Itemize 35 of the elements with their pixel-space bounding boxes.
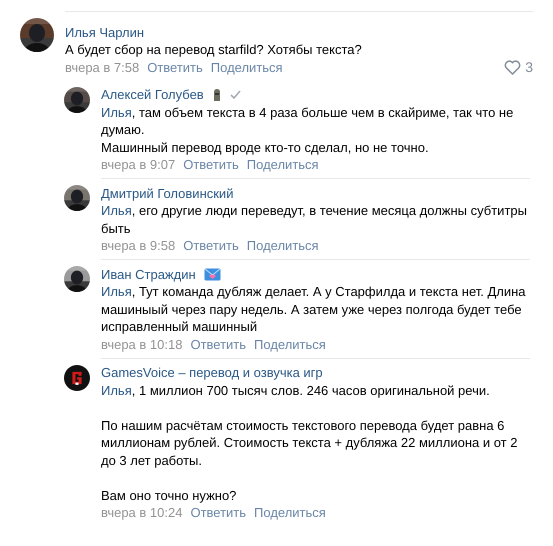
check-icon <box>230 90 241 99</box>
reply-link[interactable]: Ответить <box>183 157 239 172</box>
share-link[interactable]: Поделиться <box>246 238 319 253</box>
timestamp[interactable]: вчера в 9:07 <box>101 157 176 172</box>
share-link[interactable]: Поделиться <box>246 157 319 172</box>
author-name[interactable]: Иван Страждин <box>101 266 196 282</box>
mention-link[interactable]: Илья <box>101 203 132 218</box>
timestamp[interactable]: вчера в 9:58 <box>101 238 176 253</box>
timestamp[interactable]: вчера в 10:18 <box>101 336 182 352</box>
comment-text: А будет сбор на перевод starfild? Хотябы текста? <box>65 41 363 58</box>
reply-link[interactable]: Ответить <box>190 336 246 352</box>
envelope-icon <box>204 268 221 280</box>
author-name[interactable]: Алексей Голубев <box>101 87 204 102</box>
comment-text: Илья, там объем текста в 4 раза больше чем в скайриме, так что не думаю. Машинный перевод вроде кто-то сделал, но не точно. <box>101 104 514 156</box>
timestamp[interactable]: вчера в 7:58 <box>65 60 140 74</box>
reply-link[interactable]: Ответить <box>183 238 239 253</box>
comment-text: Илья, 1 миллион 700 тысяч слов. 246 часов оригинальной речи. По нашим расчётам стоимость текстового перевода будет равна 6 миллионам рублей. Стоимость текста + дубляжа 22 миллиона и от 2 до 3 лет работы. Вам оно точно нужно? <box>101 382 518 504</box>
reply-link[interactable]: Ответить <box>147 60 203 74</box>
logo-icon <box>64 364 90 390</box>
share-link[interactable]: Поделиться <box>210 60 283 74</box>
reply-link[interactable]: Ответить <box>190 505 246 520</box>
author-name[interactable]: Илья Чарлин <box>65 24 144 40</box>
share-link[interactable]: Поделиться <box>254 336 326 352</box>
author-name[interactable]: Дмитрий Головинский <box>101 186 234 200</box>
author-name[interactable]: GamesVoice – перевод и озвучка игр <box>101 365 323 380</box>
timestamp[interactable]: вчера в 10:24 <box>101 505 182 520</box>
comment-text: Илья, его другие люди переведут, в течение месяца должны субтитры быть <box>101 202 528 237</box>
heart-icon <box>504 60 522 74</box>
like-button[interactable]: 3 <box>504 59 533 75</box>
statue-icon <box>212 88 222 102</box>
mention-link[interactable]: Илья <box>101 382 132 398</box>
mention-link[interactable]: Илья <box>101 104 132 120</box>
comment-text: Илья, Тут команда дубляж делает. А у Старфилда и текста нет. Длина машиныый через пару недель. А затем уже через полгода будет тебе исправленный машинный <box>101 283 527 336</box>
mention-link[interactable]: Илья <box>101 284 132 299</box>
share-link[interactable]: Поделиться <box>254 505 326 520</box>
